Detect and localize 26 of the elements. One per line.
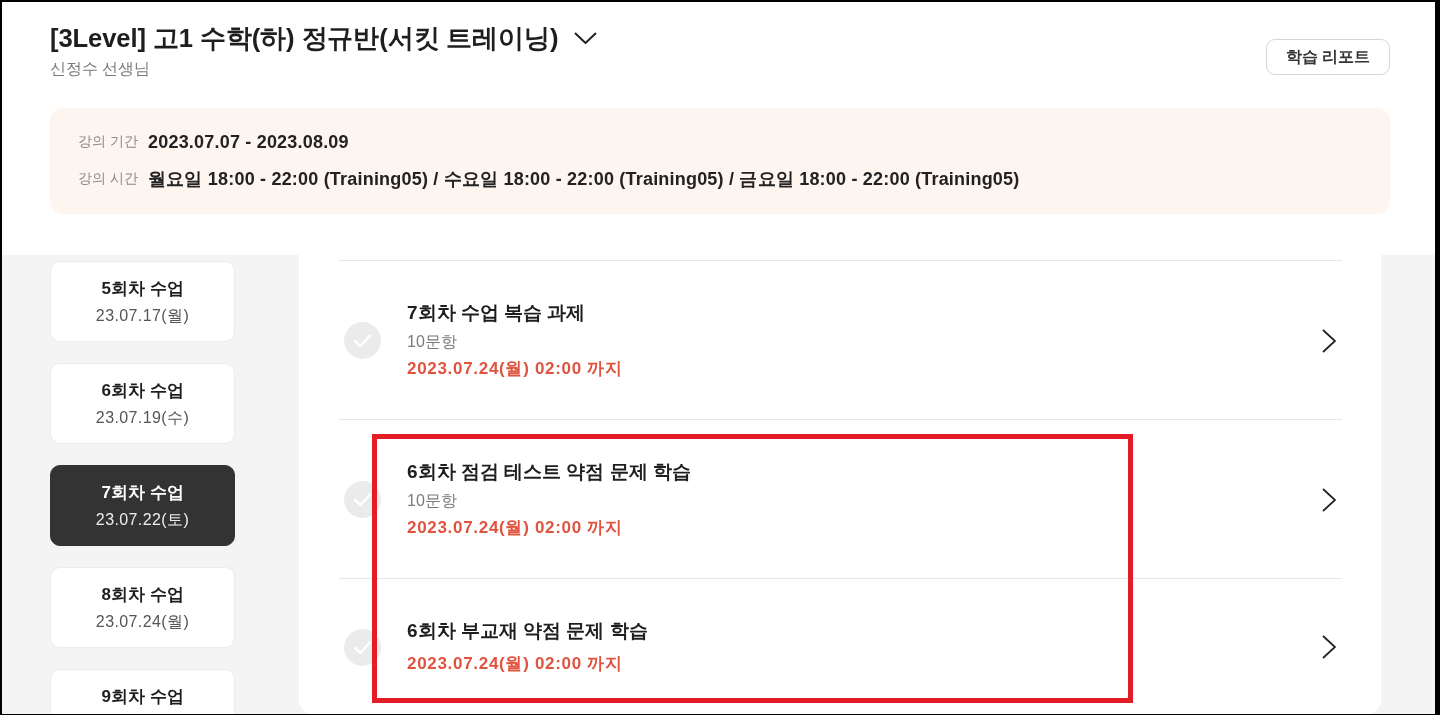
session-card[interactable]: 6회차 수업 23.07.19(수) <box>50 363 235 444</box>
assignment-title: 6회차 부교재 약점 문제 학습 <box>407 619 648 643</box>
chevron-right-icon[interactable] <box>1322 328 1336 353</box>
info-value: 월요일 18:00 - 22:00 (Training05) / 수요일 18:00 - 22:00 (Training05) / 금요일 18:00 - 22:00 (Training05) <box>148 168 1020 191</box>
info-label: 강의 기간 <box>78 133 139 151</box>
chevron-down-icon[interactable] <box>573 32 597 44</box>
info-label: 강의 시간 <box>78 170 139 188</box>
due-date: 2023.07.24(월) 02:00 까지 <box>407 653 623 675</box>
check-circle-icon <box>344 628 381 666</box>
due-date: 2023.07.24(월) 02:00 까지 <box>407 517 623 539</box>
info-value: 2023.07.07 - 2023.08.09 <box>148 131 349 153</box>
course-title: [3Level] 고1 수학(하) 정규반(서킷 트레이닝) <box>50 23 559 54</box>
assignment-title: 7회차 수업 복습 과제 <box>407 301 586 325</box>
due-date: 2023.07.24(월) 02:00 까지 <box>407 358 623 380</box>
report-button[interactable]: 학습 리포트 <box>1265 39 1390 75</box>
session-card[interactable]: 5회차 수업 23.07.17(월) <box>50 261 235 342</box>
question-count: 10문항 <box>407 332 457 352</box>
chevron-right-icon[interactable] <box>1322 635 1336 659</box>
teacher-name: 신정수 선생님 <box>50 59 152 79</box>
session-card[interactable]: 7회차 수업 23.07.22(토) <box>50 465 235 546</box>
check-circle-icon <box>344 481 381 518</box>
chevron-right-icon[interactable] <box>1322 487 1336 512</box>
question-count: 10문항 <box>407 491 457 511</box>
session-card[interactable]: 9회차 수업 <box>50 669 235 714</box>
session-card[interactable]: 8회차 수업 23.07.24(월) <box>50 567 235 648</box>
assignment-title: 6회차 점검 테스트 약점 문제 학습 <box>407 460 691 484</box>
